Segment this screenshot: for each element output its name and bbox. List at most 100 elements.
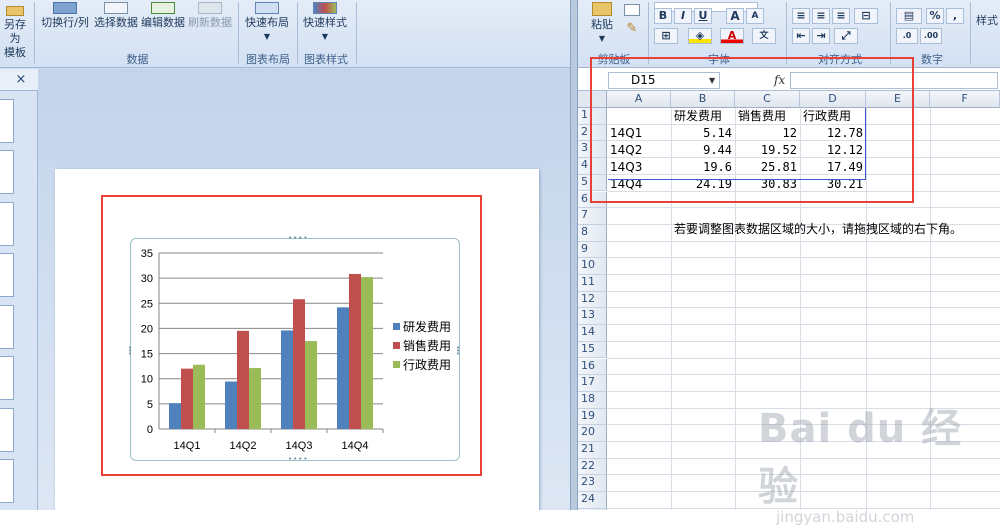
paste-button[interactable]: 粘贴 ▼ (582, 2, 622, 46)
slide-thumbnail[interactable] (0, 459, 14, 503)
row-header-7[interactable]: 7 (578, 208, 607, 225)
select-data-icon (104, 2, 128, 14)
slide-thumbnail[interactable] (0, 305, 14, 349)
ribbon-separator (34, 2, 35, 64)
switch-row-column-button[interactable]: 切换行/列 (40, 2, 90, 30)
edit-data-button[interactable]: 编辑数据 (140, 2, 186, 30)
watermark-url: jingyan.baidu.com (776, 508, 915, 526)
align-left-icon[interactable]: ≡ (792, 8, 810, 24)
font-color-icon[interactable]: A (720, 28, 744, 44)
data-group-label: 数据 (126, 53, 149, 66)
grid-row-line (607, 324, 1000, 326)
borders-icon[interactable]: ⊞ (654, 28, 678, 44)
slide-thumbnail[interactable] (0, 356, 14, 400)
comma-style-button[interactable]: , (946, 8, 964, 24)
quick-style-button[interactable]: 快速样式 ▼ (300, 2, 350, 44)
italic-button[interactable]: I (674, 8, 692, 24)
row-header-21[interactable]: 21 (578, 442, 607, 459)
column-header-f[interactable]: F (930, 91, 1000, 108)
save-template-icon (6, 6, 24, 16)
row-header-15[interactable]: 15 (578, 341, 607, 359)
copy-icon[interactable] (624, 4, 640, 16)
row-header-16[interactable]: 16 (578, 358, 607, 376)
format-painter-icon[interactable]: ✎ (624, 22, 640, 36)
bold-button[interactable]: B (654, 8, 672, 24)
align-center-icon[interactable]: ≡ (812, 8, 830, 24)
grid-row-line (607, 307, 1000, 309)
row-header-13[interactable]: 13 (578, 308, 607, 326)
grow-font-button[interactable]: A (726, 8, 744, 24)
chart-tools-ribbon: 另存为 模板 切换行/列 选择数据 编辑数据 刷新数据 数据 快速布局 ▼ 图表… (0, 0, 570, 68)
styles-label: 样式 (976, 14, 998, 27)
row-header-8[interactable]: 8 (578, 224, 607, 242)
grid-row-line (607, 240, 1000, 242)
ribbon-separator (238, 2, 239, 64)
close-icon[interactable]: × (14, 73, 28, 87)
orientation-icon[interactable]: ⤢ (834, 28, 858, 44)
row-header-11[interactable]: 11 (578, 275, 607, 292)
row-header-23[interactable]: 23 (578, 475, 607, 493)
increase-decimal-icon[interactable]: .0 (896, 28, 918, 44)
grid-row-line (607, 340, 1000, 342)
percent-style-button[interactable]: % (926, 8, 944, 24)
grid-row-line (607, 374, 1000, 376)
row-header-24[interactable]: 24 (578, 492, 607, 509)
slide-thumbnail[interactable] (0, 253, 14, 297)
select-data-label: 选择数据 (94, 16, 138, 29)
save-as-template-button[interactable]: 另存为 模板 (0, 6, 30, 60)
select-data-button[interactable]: 选择数据 (93, 2, 139, 30)
refresh-data-icon (198, 2, 222, 14)
ribbon-separator (356, 2, 357, 64)
chevron-down-icon: ▼ (321, 32, 329, 41)
ribbon-separator (890, 2, 891, 64)
row-header-18[interactable]: 18 (578, 391, 607, 409)
row-header-19[interactable]: 19 (578, 408, 607, 426)
row-header-22[interactable]: 22 (578, 458, 607, 476)
quick-layout-button[interactable]: 快速布局 ▼ (242, 2, 292, 44)
slide-thumbnail[interactable] (0, 202, 14, 246)
align-right-icon[interactable]: ≡ (832, 8, 850, 24)
merge-center-icon[interactable]: ⊟ (854, 8, 878, 24)
row-header-14[interactable]: 14 (578, 325, 607, 342)
grid-row-line (607, 207, 1000, 209)
quick-style-icon (313, 2, 337, 14)
chevron-down-icon: ▼ (263, 32, 271, 41)
decrease-indent-icon[interactable]: ⇤ (792, 28, 810, 44)
refresh-data-label: 刷新数据 (188, 16, 232, 29)
slide-thumbnail[interactable] (0, 99, 14, 143)
baidu-watermark: Bai du 经验 jingyan.baidu.com (758, 396, 988, 526)
row-header-20[interactable]: 20 (578, 425, 607, 442)
decrease-decimal-icon[interactable]: .00 (920, 28, 942, 44)
refresh-data-button[interactable]: 刷新数据 (187, 2, 233, 30)
underline-button[interactable]: U (694, 8, 712, 24)
edit-data-icon (151, 2, 175, 14)
chart-style-group-label: 图表样式 (304, 53, 348, 66)
switch-row-column-label: 切换行/列 (41, 16, 89, 29)
fill-color-icon[interactable]: ◈ (688, 28, 712, 44)
ribbon-separator (970, 2, 971, 64)
edit-data-label: 编辑数据 (141, 16, 185, 29)
slide-thumbnail[interactable] (0, 150, 14, 194)
grid-row-line (607, 290, 1000, 292)
row-header-12[interactable]: 12 (578, 291, 607, 309)
chart-layout-group-label: 图表布局 (246, 53, 290, 66)
resize-hint-note: 若要调整图表数据区域的大小，请拖拽区域的右下角。 (674, 222, 963, 236)
quick-layout-icon (255, 2, 279, 14)
increase-indent-icon[interactable]: ⇥ (812, 28, 830, 44)
highlight-box-chart (101, 195, 482, 476)
shrink-font-button[interactable]: A (746, 8, 764, 24)
slide-thumbnail[interactable] (0, 408, 14, 452)
grid-row-line (607, 357, 1000, 359)
ribbon-separator (648, 2, 649, 64)
highlight-box-data (590, 57, 914, 203)
window-splitter[interactable] (570, 0, 578, 510)
ribbon-separator (297, 2, 298, 64)
clipboard-icon (592, 2, 612, 16)
phonetic-icon[interactable]: 文 (752, 28, 776, 44)
row-header-17[interactable]: 17 (578, 375, 607, 392)
number-format-icon[interactable]: ▤ (896, 8, 922, 24)
ribbon-separator (786, 2, 787, 64)
row-header-9[interactable]: 9 (578, 241, 607, 259)
styles-button[interactable]: 样式 (974, 14, 1000, 28)
row-header-10[interactable]: 10 (578, 258, 607, 275)
